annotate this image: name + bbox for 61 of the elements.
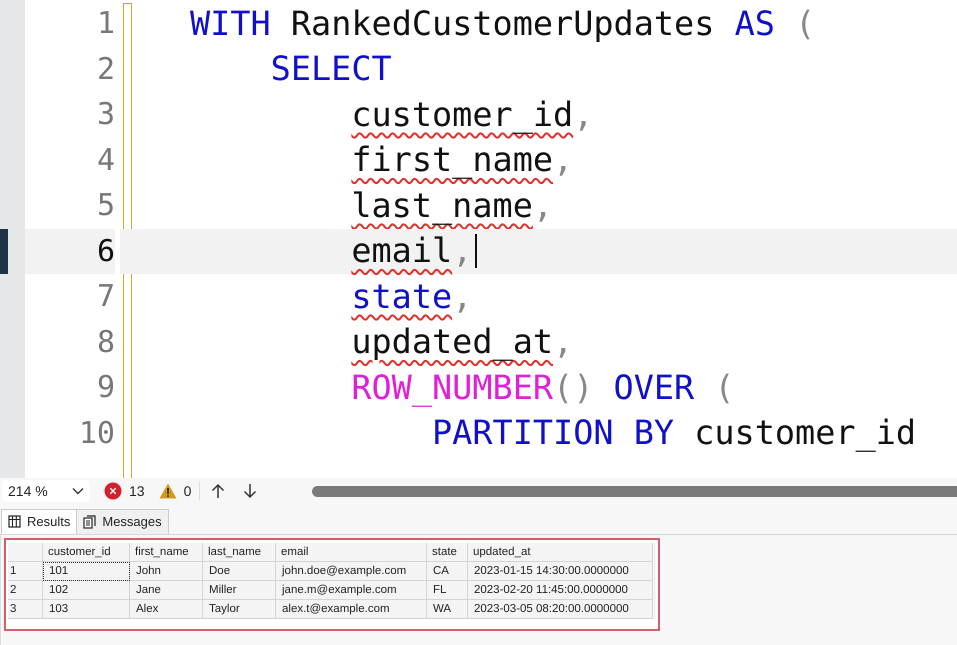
column-header[interactable]: first_name — [130, 543, 203, 562]
table-cell[interactable]: Taylor — [203, 600, 276, 619]
table-cell[interactable]: 103 — [43, 600, 130, 619]
grid-icon — [8, 514, 21, 528]
arrow-down-icon — [243, 483, 258, 499]
arrow-up-icon — [211, 483, 226, 499]
line-number: 5 — [96, 187, 115, 225]
code-line: PARTITION BY customer_id — [432, 413, 916, 454]
error-count: 13 — [129, 483, 145, 499]
line-number: 9 — [96, 369, 115, 407]
code-line: last_name, — [351, 186, 554, 226]
line-number: 8 — [96, 324, 115, 362]
table-cell[interactable]: john.doe@example.com — [276, 562, 427, 581]
document-icon — [83, 514, 96, 528]
column-header[interactable]: updated_at — [468, 543, 653, 562]
line-number: 6 — [25, 228, 115, 274]
table-cell[interactable]: 2023-02-20 11:45:00.0000000 — [468, 581, 653, 600]
error-icon — [104, 482, 122, 500]
code-line: state, — [351, 276, 472, 317]
table-cell[interactable]: Alex — [130, 600, 203, 619]
column-header[interactable]: state — [427, 543, 468, 562]
column-header[interactable]: customer_id — [43, 543, 130, 562]
code-line: SELECT — [270, 49, 392, 90]
code-line: WITH RankedCustomerUpdates AS ( — [190, 4, 816, 44]
results-tab[interactable]: Messages — [76, 509, 169, 534]
table-cell[interactable]: 2023-01-15 14:30:00.0000000 — [468, 562, 653, 581]
row-number[interactable]: 3 — [8, 600, 43, 619]
table-cell[interactable]: 102 — [43, 581, 130, 600]
code-line: customer_id, — [351, 94, 594, 135]
warning-count: 0 — [184, 483, 192, 499]
table-cell[interactable]: John — [130, 562, 203, 581]
table-cell[interactable]: FL — [427, 581, 468, 600]
table-cell[interactable]: Jane — [130, 581, 203, 600]
row-number[interactable]: 2 — [8, 581, 43, 600]
code-line: ROW_NUMBER() OVER ( — [351, 368, 735, 408]
line-number: 2 — [96, 50, 115, 88]
scrollbar-thumb[interactable] — [312, 486, 957, 496]
table-cell[interactable]: 101 — [43, 562, 130, 581]
row-number[interactable]: 1 — [8, 562, 43, 581]
zoom-dropdown[interactable]: 214 % — [2, 480, 90, 502]
column-header[interactable]: last_name — [203, 543, 276, 562]
table-cell[interactable]: alex.t@example.com — [276, 600, 427, 619]
line-number: 4 — [96, 142, 115, 180]
line-number: 7 — [96, 278, 115, 316]
column-header[interactable]: email — [276, 543, 427, 562]
table-cell[interactable]: jane.m@example.com — [276, 581, 427, 600]
table-cell[interactable]: WA — [427, 600, 468, 619]
results-tab[interactable]: Results — [1, 509, 78, 534]
text-cursor — [475, 234, 478, 268]
code-line: email, — [351, 231, 472, 272]
line-number: 1 — [96, 5, 115, 43]
code-line: updated_at, — [351, 322, 574, 362]
table-cell[interactable]: CA — [427, 562, 468, 581]
line-number: 3 — [96, 96, 115, 134]
table-cell[interactable]: Miller — [203, 581, 276, 600]
line-number: 10 — [78, 414, 115, 452]
table-cell[interactable]: Doe — [203, 562, 276, 581]
code-line: first_name, — [351, 140, 574, 180]
chevron-down-icon — [72, 487, 84, 495]
table-cell[interactable]: 2023-03-05 08:20:00.0000000 — [468, 600, 653, 619]
warning-icon — [158, 483, 177, 499]
